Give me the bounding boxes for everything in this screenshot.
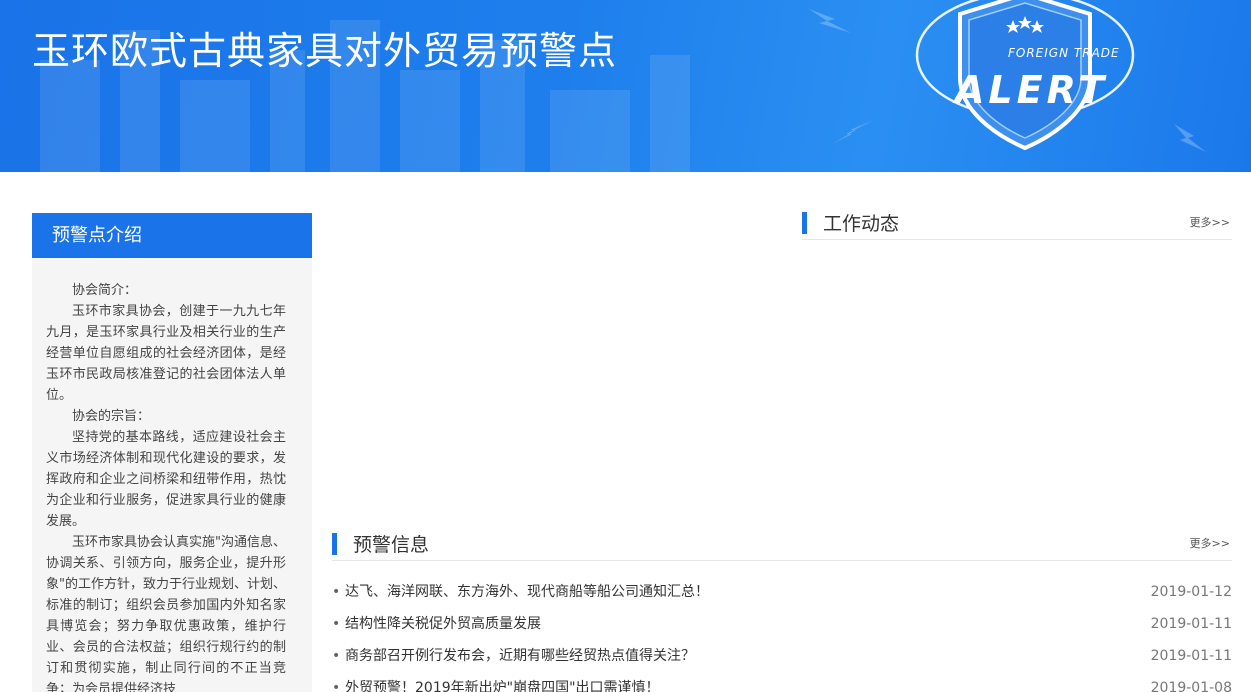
work-news-header: 工作动态 更多>> — [802, 212, 1232, 240]
bullet-icon: • — [332, 680, 341, 692]
section-accent-bar — [332, 533, 337, 555]
intro-paragraph: 协会的宗旨： — [72, 409, 151, 424]
work-news-title: 工作动态 — [823, 213, 900, 235]
lightning-icon — [1174, 124, 1206, 152]
list-item[interactable]: • 外贸预警！2019年新出炉"崩盘四国"出口需谨慎！ 2019-01-08 — [332, 672, 1232, 692]
intro-paragraph: 协会简介： — [72, 283, 138, 298]
bullet-icon: • — [332, 616, 341, 632]
lightning-icon — [809, 9, 851, 33]
bullet-icon: • — [332, 584, 341, 600]
list-item[interactable]: • 商务部召开例行发布会，近期有哪些经贸热点值得关注？ 2019-01-11 — [332, 640, 1232, 672]
intro-paragraph: 坚持党的基本路线，适应建设社会主义市场经济体制和现代化建设的要求，发挥政府和企业… — [46, 430, 286, 529]
alerts-list: • 达飞、海洋网联、东方海外、现代商船等船公司通知汇总！ 2019-01-12 … — [332, 576, 1232, 692]
alerts-title: 预警信息 — [353, 534, 430, 556]
alert-link[interactable]: 外贸预警！2019年新出炉"崩盘四国"出口需谨慎！ — [345, 672, 660, 692]
section-accent-bar — [802, 212, 807, 234]
intro-paragraph: 玉环市家具协会认真实施"沟通信息、协调关系、引领方向，服务企业，提升形象"的工作… — [46, 535, 286, 692]
intro-sidebar: 预警点介绍 协会简介： 玉环市家具协会，创建于一九九七年九月，是玉环家具行业及相… — [32, 213, 312, 692]
alert-date: 2019-01-11 — [1150, 616, 1232, 632]
sidebar-content: 协会简介： 玉环市家具协会，创建于一九九七年九月，是玉环家具行业及相关行业的生产… — [32, 258, 312, 692]
alert-link[interactable]: 达飞、海洋网联、东方海外、现代商船等船公司通知汇总！ — [345, 576, 709, 608]
intro-paragraph: 玉环市家具协会，创建于一九九七年九月，是玉环家具行业及相关行业的生产经营单位自愿… — [46, 304, 286, 403]
work-news-more-link[interactable]: 更多>> — [1190, 214, 1230, 230]
sidebar-title: 预警点介绍 — [32, 213, 312, 258]
alert-date: 2019-01-08 — [1150, 680, 1232, 692]
list-item[interactable]: • 结构性降关税促外贸高质量发展 2019-01-11 — [332, 608, 1232, 640]
header-banner: 玉环欧式古典家具对外贸易预警点 FOREIGN TRADE ALERT — [0, 0, 1251, 172]
bullet-icon: • — [332, 648, 341, 664]
badge-subtitle: FOREIGN TRADE — [1008, 46, 1120, 60]
alerts-more-link[interactable]: 更多>> — [1190, 535, 1230, 551]
site-title: 玉环欧式古典家具对外贸易预警点 — [32, 29, 618, 73]
alerts-header: 预警信息 更多>> — [332, 533, 1232, 561]
lightning-icon — [832, 120, 874, 144]
alert-date: 2019-01-12 — [1150, 584, 1232, 600]
alert-date: 2019-01-11 — [1150, 648, 1232, 664]
list-item[interactable]: • 达飞、海洋网联、东方海外、现代商船等船公司通知汇总！ 2019-01-12 — [332, 576, 1232, 608]
badge-title: ALERT — [955, 68, 1109, 112]
alert-link[interactable]: 结构性降关税促外贸高质量发展 — [345, 608, 541, 640]
alert-link[interactable]: 商务部召开例行发布会，近期有哪些经贸热点值得关注？ — [345, 640, 695, 672]
